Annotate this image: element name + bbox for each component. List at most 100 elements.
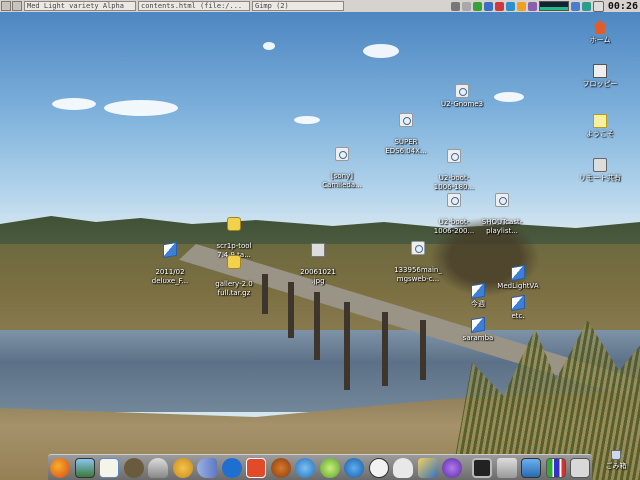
wallpaper-cloud bbox=[52, 98, 96, 110]
archive-file-icon bbox=[227, 217, 241, 231]
floppy-icon bbox=[593, 64, 607, 78]
desktop-icon-label: 2011/02 deluxe_F... bbox=[151, 268, 189, 285]
wallpaper-bridge-pile bbox=[382, 312, 388, 386]
desktop[interactable]: ホーム フロッピー ようこそ リモート共有 ごみ箱 U2-Gnome3 SUPE… bbox=[0, 12, 640, 480]
desktop-icon-label: SHOUTcast- playlist... bbox=[481, 218, 523, 235]
clock[interactable]: 00:26 bbox=[606, 1, 640, 12]
html-file-icon bbox=[447, 149, 461, 163]
tray-volume-icon[interactable] bbox=[450, 1, 460, 11]
remote-share-icon bbox=[593, 158, 607, 172]
key-icon[interactable] bbox=[197, 457, 217, 478]
desktop-icon-file[interactable]: saramba bbox=[446, 316, 510, 343]
desktop-icon-label: 20061021 .jpg bbox=[300, 268, 336, 285]
desktop-icon-label: SUPER EDS6.04X... bbox=[385, 138, 427, 155]
gimp-icon[interactable] bbox=[123, 457, 144, 478]
wallpaper-cloud bbox=[294, 116, 320, 124]
html-file-icon bbox=[399, 113, 413, 127]
desktop-icon-label: etc. bbox=[511, 312, 525, 320]
terminal-icon[interactable] bbox=[472, 457, 492, 478]
thunderbird-icon[interactable] bbox=[148, 457, 168, 478]
text-editor-icon[interactable] bbox=[99, 457, 119, 478]
network-icon[interactable] bbox=[521, 457, 541, 478]
desktop-icon-file[interactable]: [sony] Camileda... bbox=[310, 138, 374, 190]
desktop-icon-remote[interactable]: リモート共有 bbox=[568, 158, 632, 183]
tray-app-icon[interactable] bbox=[527, 1, 537, 11]
html-file-icon bbox=[455, 84, 469, 98]
desktop-icon-label: U2-Gnome3 bbox=[440, 100, 484, 108]
paint-icon[interactable] bbox=[172, 457, 193, 478]
wallpaper-bridge-pile bbox=[288, 282, 294, 338]
desktop-icon-file[interactable]: U2-Gnome3 bbox=[430, 84, 494, 109]
link-file-icon bbox=[163, 241, 177, 259]
desktop-icon-floppy[interactable]: フロッピー bbox=[568, 64, 632, 89]
wallpaper-bridge-pile bbox=[314, 292, 320, 360]
firefox-icon[interactable] bbox=[50, 457, 70, 478]
wallpaper-cloud bbox=[494, 92, 524, 102]
lime-icon[interactable] bbox=[319, 457, 340, 478]
home-icon bbox=[593, 20, 607, 34]
system-icon[interactable] bbox=[570, 457, 590, 478]
disk-icon[interactable] bbox=[496, 457, 517, 478]
link-file-icon bbox=[471, 316, 485, 334]
tray-mail-icon[interactable] bbox=[461, 1, 471, 11]
desktop-icon-file[interactable]: gallery-2.0 full.tar.gz bbox=[202, 246, 266, 298]
compiz-icon[interactable] bbox=[344, 457, 364, 478]
desktop-icon-file[interactable]: SHOUTcast- playlist... bbox=[470, 184, 534, 236]
launcher-dock bbox=[48, 454, 592, 480]
tray-weather-icon[interactable] bbox=[516, 1, 526, 11]
task-button-2[interactable]: contents.html (file:/... bbox=[138, 1, 250, 11]
desktop-icon-label: ようこそ bbox=[586, 130, 614, 138]
link-file-icon bbox=[511, 294, 525, 312]
pen-icon[interactable] bbox=[417, 457, 438, 478]
wallpaper-cloud bbox=[104, 100, 178, 116]
cpu-monitor[interactable] bbox=[538, 1, 569, 11]
desktop-icon-label: 133956main_ mgsweb-c... bbox=[394, 266, 442, 283]
task-button-3[interactable]: Gimp (2) bbox=[252, 1, 344, 11]
wallpaper-bridge-pile bbox=[344, 302, 350, 390]
media-player-icon[interactable] bbox=[221, 457, 242, 478]
calendar-icon[interactable] bbox=[246, 457, 266, 478]
desktop-icon-trash[interactable]: ごみ箱 bbox=[592, 450, 640, 471]
html-file-icon bbox=[495, 193, 509, 207]
link-file-icon bbox=[471, 282, 485, 300]
desktop-icon-file[interactable]: 2011/02 deluxe_F... bbox=[138, 234, 202, 286]
html-file-icon bbox=[447, 193, 461, 207]
tray-chat-icon[interactable] bbox=[505, 1, 515, 11]
desktop-icon-label: リモート共有 bbox=[579, 174, 621, 182]
desktop-icon-file[interactable]: 20061021 .jpg bbox=[286, 234, 350, 286]
wallpaper-cloud bbox=[363, 44, 399, 58]
desktop-icon-label: [sony] Camileda... bbox=[322, 172, 362, 189]
chart-icon[interactable] bbox=[545, 457, 566, 478]
desktop-icon-label: gallery-2.0 full.tar.gz bbox=[215, 280, 253, 297]
show-desktop-icon[interactable] bbox=[12, 1, 22, 11]
tray-keyboard-icon[interactable] bbox=[592, 0, 604, 12]
welcome-icon bbox=[593, 114, 607, 128]
menu-icon[interactable] bbox=[1, 1, 11, 11]
tray-update-icon[interactable] bbox=[472, 1, 482, 11]
settings-icon[interactable] bbox=[295, 457, 315, 478]
link-file-icon bbox=[511, 264, 525, 282]
tray-clipboard-icon[interactable] bbox=[581, 1, 591, 11]
desktop-icon-file[interactable]: 133956main_ mgsweb-c... bbox=[386, 232, 450, 284]
writer-icon[interactable] bbox=[368, 457, 389, 478]
desktop-icon-label: ごみ箱 bbox=[605, 462, 627, 470]
html-file-icon bbox=[411, 241, 425, 255]
desktop-icon-label: ホーム bbox=[589, 36, 611, 44]
html-file-icon bbox=[335, 147, 349, 161]
tray-alert-icon[interactable] bbox=[494, 1, 504, 11]
nvu-icon[interactable] bbox=[442, 457, 462, 478]
archive-file-icon bbox=[227, 255, 241, 269]
wallpaper-bridge-pile bbox=[420, 320, 426, 380]
tray-battery-icon[interactable] bbox=[570, 1, 580, 11]
desktop-icon-home[interactable]: ホーム bbox=[568, 20, 632, 45]
desktop-icon-welcome[interactable]: ようこそ bbox=[568, 114, 632, 139]
task-button-1[interactable]: Med Light variety Alpha bbox=[24, 1, 136, 11]
system-tray: 00:26 bbox=[450, 0, 640, 12]
desktop-icon-label: 今週 bbox=[471, 300, 485, 308]
rhythmbox-icon[interactable] bbox=[270, 457, 291, 478]
tray-network-icon[interactable] bbox=[483, 1, 493, 11]
image-viewer-icon[interactable] bbox=[74, 457, 95, 478]
desktop-icon-label: フロッピー bbox=[582, 80, 618, 88]
gnu-icon[interactable] bbox=[393, 457, 413, 478]
wallpaper-cloud bbox=[263, 42, 275, 50]
